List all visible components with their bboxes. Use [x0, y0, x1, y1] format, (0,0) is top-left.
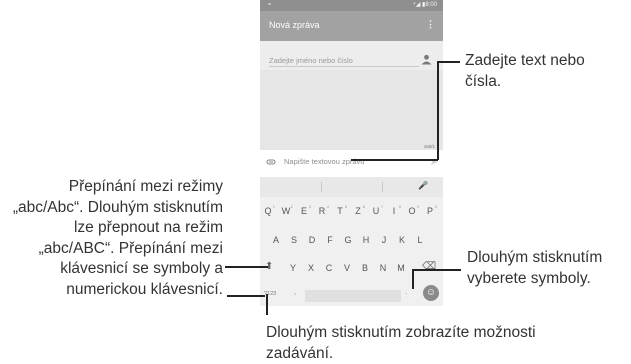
key-t[interactable]: T5 — [333, 203, 347, 220]
key-d[interactable]: D — [305, 232, 319, 249]
key-q[interactable]: Q1 — [261, 203, 275, 220]
key-g[interactable]: G — [341, 232, 355, 249]
leader-line-shift — [225, 266, 268, 268]
key-a[interactable]: A — [269, 232, 283, 249]
key-w[interactable]: W2 — [279, 203, 293, 220]
leader-line-symbols-horizontal — [412, 269, 461, 271]
callout-options: Dlouhým stisknutím zobrazíte možnosti za… — [266, 324, 536, 362]
overflow-menu-icon[interactable]: ⋮ — [426, 19, 435, 30]
callout-mode-switch: Přepínání mezi režimy „abc/Abc“. Dlouhým… — [12, 178, 223, 298]
key-s[interactable]: S — [287, 232, 301, 249]
recipient-row: Zadejte jméno nebo číslo — [260, 41, 443, 70]
key-e[interactable]: E3 — [297, 203, 311, 220]
key-p[interactable]: P0 — [423, 203, 437, 220]
key-u[interactable]: U7 — [369, 203, 383, 220]
character-counter: 160/1 — [423, 144, 435, 149]
period-key[interactable]: . — [405, 289, 407, 296]
key-m[interactable]: M — [394, 260, 408, 277]
key-i[interactable]: I8 — [387, 203, 401, 220]
callout-symbols: Dlouhým stisknutím vyberete symboly. — [467, 249, 603, 287]
suggestion-strip: 🎤 — [260, 177, 443, 197]
key-v[interactable]: V — [340, 260, 354, 277]
emoji-icon[interactable]: ☺ — [423, 285, 439, 301]
callout-text-input: Zadejte text nebo čísla. — [465, 52, 585, 90]
key-b[interactable]: B — [358, 260, 372, 277]
keyboard: 🎤 Q1W2E3R4T5Z6U7I8O9P0 ASDFGHJKL YXCVBNM… — [260, 177, 443, 306]
compose-bar: Napište textovou zprávu ➤ — [260, 150, 443, 177]
microphone-icon[interactable]: 🎤 — [418, 181, 428, 190]
leader-line-options — [266, 294, 268, 315]
leader-line-text-vertical — [437, 61, 439, 160]
status-indicators: ⁴◢ ▮8:00 — [413, 2, 437, 8]
add-contact-icon[interactable] — [421, 54, 432, 65]
key-k[interactable]: K — [395, 232, 409, 249]
key-j[interactable]: J — [377, 232, 391, 249]
key-x[interactable]: X — [304, 260, 318, 277]
recipient-underline — [269, 66, 419, 67]
key-f[interactable]: F — [323, 232, 337, 249]
suggestion-divider — [382, 182, 383, 192]
key-l[interactable]: L — [413, 232, 427, 249]
page-title: Nová zpráva — [269, 20, 320, 30]
space-key[interactable] — [305, 290, 401, 302]
leader-line-numbers — [227, 295, 265, 297]
status-bar: ≈ ⁴◢ ▮8:00 — [260, 0, 443, 11]
key-o[interactable]: O9 — [405, 203, 419, 220]
comma-key[interactable]: , — [294, 289, 296, 296]
leader-line-text-bottom — [351, 159, 438, 161]
key-r[interactable]: R4 — [315, 203, 329, 220]
key-y[interactable]: Y — [286, 260, 300, 277]
recipient-input[interactable]: Zadejte jméno nebo číslo — [269, 56, 353, 65]
suggestion-divider — [321, 182, 322, 192]
app-bar: Nová zpráva ⋮ — [260, 11, 443, 41]
leader-line-symbols — [412, 269, 414, 289]
key-c[interactable]: C — [322, 260, 336, 277]
key-z[interactable]: Z6 — [351, 203, 365, 220]
attach-icon[interactable] — [266, 157, 276, 167]
leader-line-text — [437, 61, 460, 63]
notification-icon: ≈ — [268, 2, 272, 8]
key-h[interactable]: H — [359, 232, 373, 249]
key-n[interactable]: N — [376, 260, 390, 277]
phone-screen: ≈ ⁴◢ ▮8:00 Nová zpráva ⋮ Zadejte jméno n… — [260, 0, 443, 306]
